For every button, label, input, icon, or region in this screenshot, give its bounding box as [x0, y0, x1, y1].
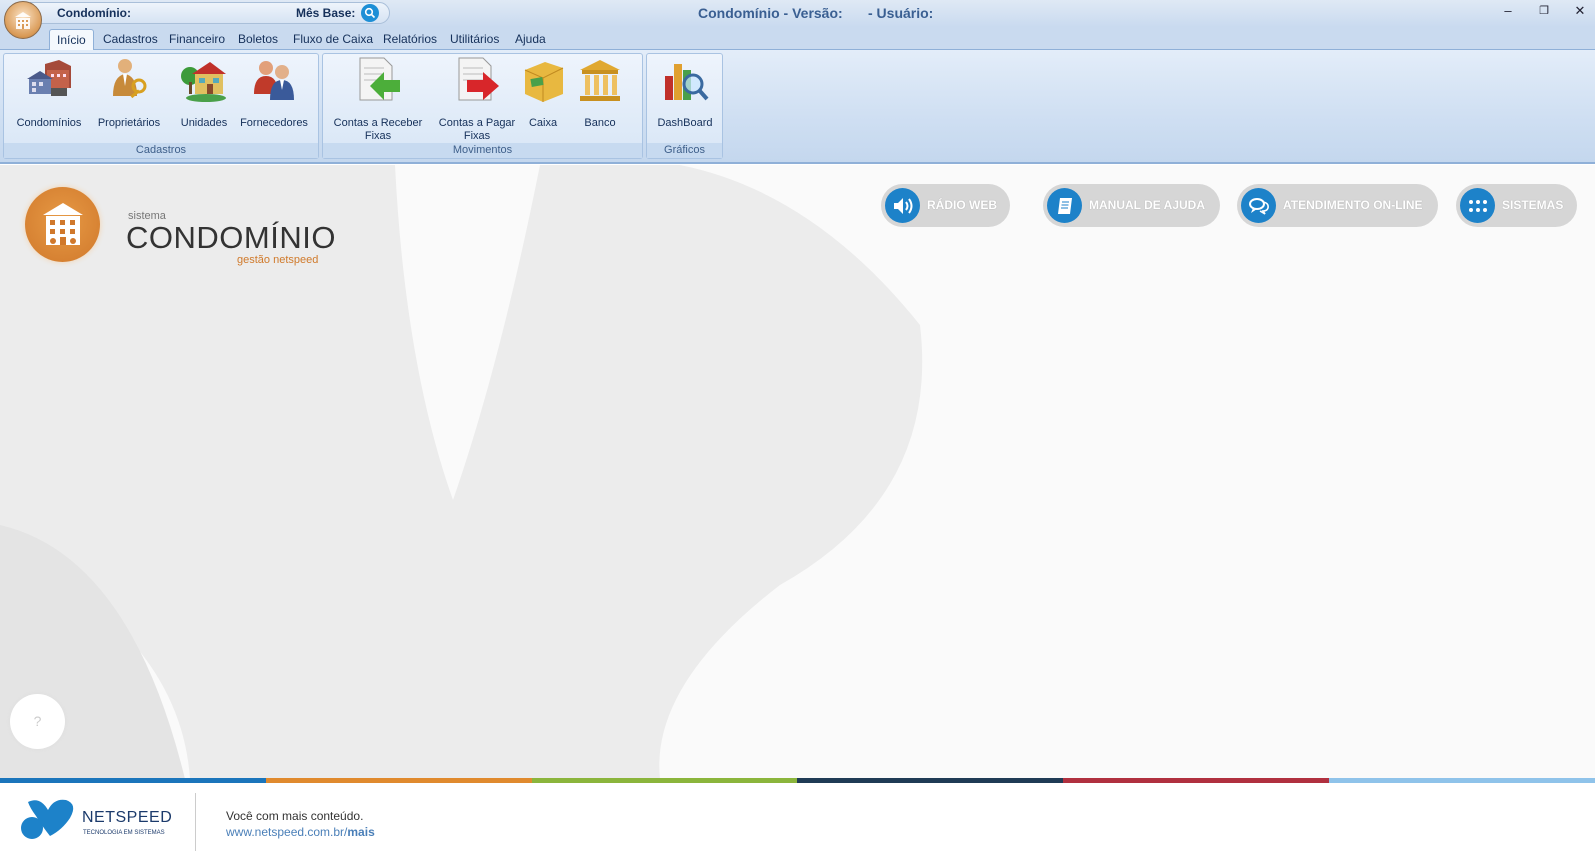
dashboard-button[interactable]: DashBoard	[653, 56, 717, 130]
radio-web-button[interactable]: RÁDIO WEB	[881, 184, 1010, 227]
tab-utilitarios[interactable]: Utilitários	[450, 29, 499, 50]
fornecedores-button[interactable]: Fornecedores	[234, 56, 314, 130]
radio-web-label: RÁDIO WEB	[927, 198, 997, 212]
tab-ajuda[interactable]: Ajuda	[515, 29, 546, 50]
grid-icon	[1460, 188, 1495, 223]
footer-link-bold: mais	[347, 825, 375, 839]
quick-access-bar: Condomínio: Mês Base:	[30, 2, 390, 24]
building-icon	[15, 12, 31, 29]
group-label-graficos: Gráficos	[647, 143, 722, 158]
bank-icon	[580, 60, 620, 101]
book-icon	[1047, 188, 1082, 223]
netspeed-brand: NETSPEED	[82, 809, 173, 826]
building-logo-icon	[42, 202, 83, 245]
main-content: sistema CONDOMÍNIO gestão netspeed RÁDIO…	[0, 165, 1595, 779]
footer-divider	[195, 793, 196, 851]
footer-slogan: Você com mais conteúdo.	[226, 809, 364, 823]
logo-subtitle: gestão netspeed	[237, 254, 319, 266]
contas-a-receber-fixas-button[interactable]: Contas a Receber Fixas ▼	[329, 56, 427, 150]
close-button[interactable]: ✕	[1570, 3, 1590, 21]
chat-icon	[1241, 188, 1276, 223]
footer-link-prefix: www.netspeed.com.br/	[226, 825, 348, 839]
window-user: - Usuário:	[868, 5, 934, 21]
ribbon-group-movimentos: Contas a Receber Fixas ▼ Contas a Pagar …	[322, 53, 643, 159]
caixa-label: Caixa	[528, 117, 558, 129]
contas-a-receber-label: Contas a Receber Fixas	[333, 117, 423, 142]
condominios-button[interactable]: Condomínios	[14, 56, 84, 130]
condominio-label: Condomínio:	[57, 6, 131, 20]
restore-button[interactable]: ❐	[1534, 3, 1554, 21]
group-label-movimentos: Movimentos	[323, 143, 642, 158]
group-label-cadastros: Cadastros	[4, 143, 318, 158]
mes-base-label: Mês Base:	[296, 6, 356, 20]
sistemas-label: SISTEMAS	[1502, 198, 1564, 212]
buildings-icon	[27, 60, 71, 96]
tab-cadastros[interactable]: Cadastros	[103, 29, 158, 50]
fornecedores-label: Fornecedores	[240, 117, 308, 129]
suppliers-icon	[254, 61, 294, 100]
netspeed-tagline: TECNOLOGIA EM SISTEMAS	[83, 830, 165, 836]
sistemas-button[interactable]: SISTEMAS	[1456, 184, 1577, 227]
ribbon-group-graficos: DashBoard Gráficos	[646, 53, 723, 159]
window-title: Condomínio - Versão:	[698, 5, 843, 21]
search-icon[interactable]	[361, 4, 379, 22]
chart-magnifier-icon	[665, 64, 709, 101]
ribbon-tab-row: Início Cadastros Financeiro Boletos Flux…	[0, 27, 1595, 50]
caixa-button[interactable]: Caixa	[518, 56, 568, 130]
tab-financeiro[interactable]: Financeiro	[169, 29, 225, 50]
speaker-icon	[885, 188, 920, 223]
footer-link[interactable]: www.netspeed.com.br/mais	[226, 825, 375, 839]
manual-de-ajuda-button[interactable]: MANUAL DE AJUDA	[1043, 184, 1220, 227]
owner-key-icon	[113, 59, 147, 99]
logo-title: CONDOMÍNIO	[126, 220, 336, 255]
proprietarios-label: Proprietários	[97, 117, 161, 129]
cash-box-icon	[524, 62, 564, 102]
title-bar: Condomínio: Mês Base: Condomínio - Versã…	[0, 0, 1595, 27]
banco-button[interactable]: Banco	[575, 56, 625, 130]
netspeed-logo-icon	[21, 799, 74, 839]
dashboard-label: DashBoard	[657, 117, 713, 129]
receive-arrow-icon	[359, 57, 400, 101]
contas-a-pagar-fixas-button[interactable]: Contas a Pagar Fixas ▼	[428, 56, 526, 150]
ribbon-group-cadastros: Condomínios Proprietários Unidades Forne…	[3, 53, 319, 159]
condominio-logo	[25, 187, 100, 262]
contas-a-pagar-label: Contas a Pagar Fixas	[438, 117, 516, 142]
tab-relatorios[interactable]: Relatórios	[383, 29, 437, 50]
minimize-button[interactable]: –	[1498, 3, 1518, 21]
tab-fluxo-de-caixa[interactable]: Fluxo de Caixa	[293, 29, 373, 50]
unidades-button[interactable]: Unidades	[169, 56, 239, 130]
tab-inicio[interactable]: Início	[49, 29, 94, 50]
unidades-label: Unidades	[180, 117, 228, 129]
ribbon: Condomínios Proprietários Unidades Forne…	[0, 50, 1595, 164]
manual-de-ajuda-label: MANUAL DE AJUDA	[1089, 198, 1206, 212]
atendimento-online-button[interactable]: ATENDIMENTO ON-LINE	[1237, 184, 1438, 227]
condominios-label: Condomínios	[16, 117, 82, 129]
proprietarios-button[interactable]: Proprietários	[94, 56, 164, 130]
help-button[interactable]: ?	[10, 694, 65, 749]
tab-boletos[interactable]: Boletos	[238, 29, 278, 50]
atendimento-online-label: ATENDIMENTO ON-LINE	[1283, 198, 1423, 212]
house-icon	[181, 62, 226, 102]
pay-arrow-icon	[458, 57, 499, 101]
banco-label: Banco	[584, 117, 616, 129]
application-menu-button[interactable]	[4, 1, 42, 39]
footer: NETSPEED TECNOLOGIA EM SISTEMAS Você com…	[0, 783, 1595, 857]
